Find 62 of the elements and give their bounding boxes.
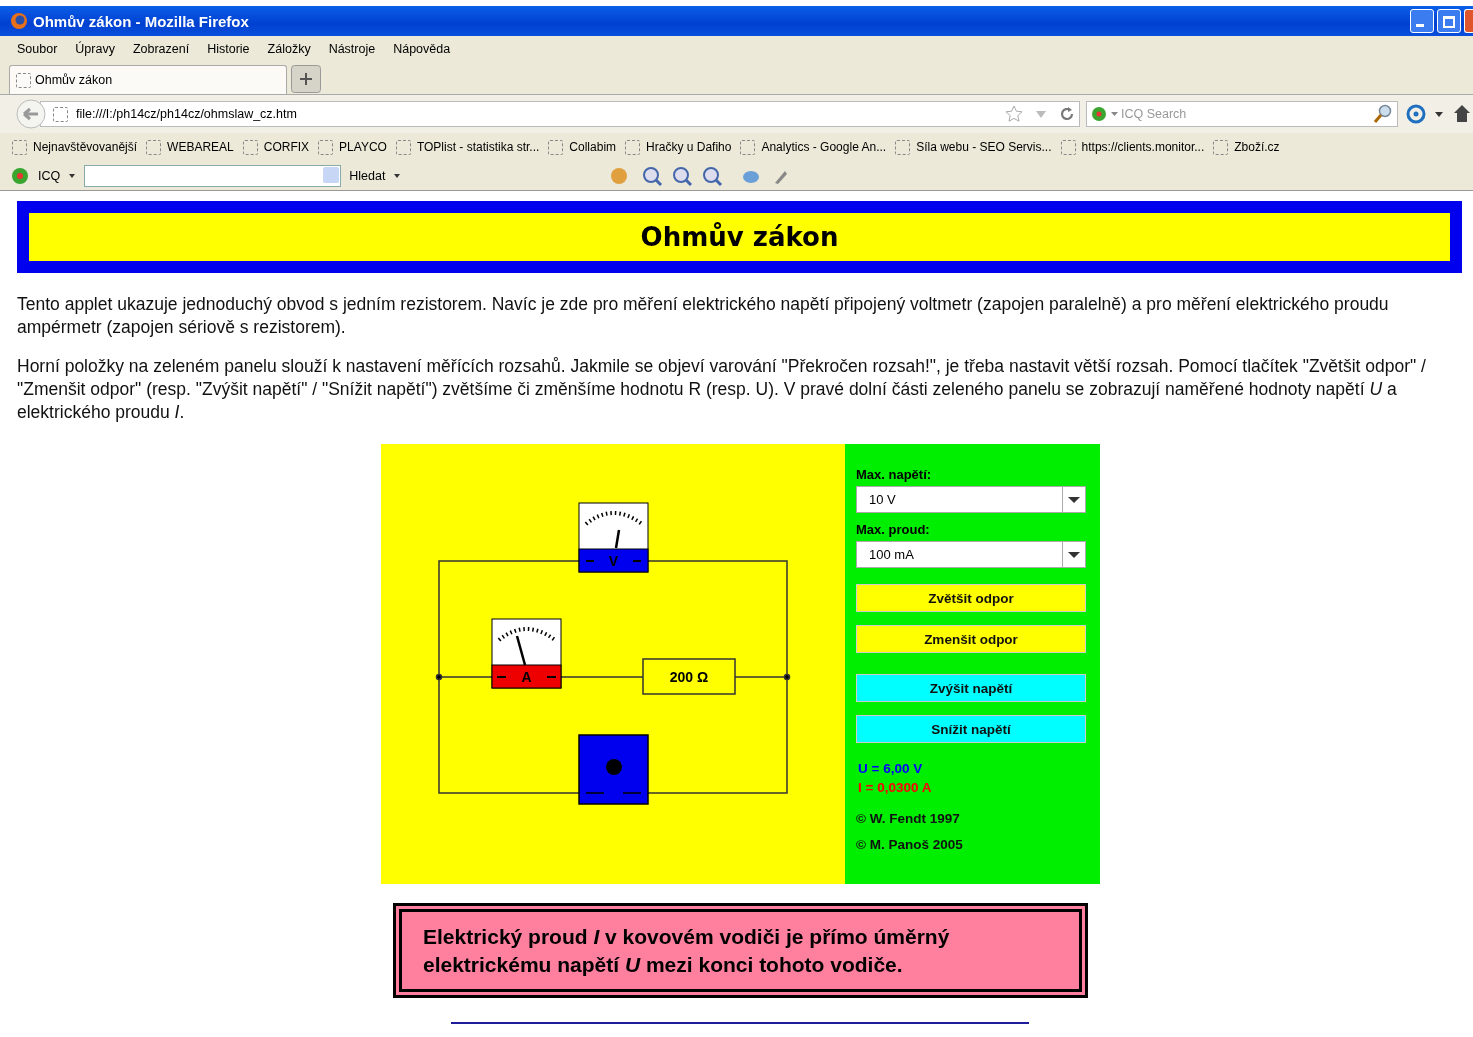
dropdown-icon[interactable] [393,171,402,180]
meter-label: V [608,553,619,569]
measured-value: I = 0,0300 A [858,780,933,795]
dropdown-arrow-icon[interactable] [1068,495,1080,504]
bookmark-item[interactable]: Analytics - Google An... [740,139,887,155]
bookmark-item[interactable]: Collabim [548,139,617,155]
bookmark-item[interactable]: Nejnavštěvovanější [12,139,138,155]
credit-text: © W. Fendt 1997 [856,811,961,826]
bookmark-item[interactable]: https://clients.monitor... [1060,139,1205,155]
law-statement: Elektrický proud I v kovovém vodiči je přímo úměrný elektrickému napětí U mezi konci tohoto vodiče. [423,923,951,978]
paragraph: Horní položky na zeleném panelu slouží k nastavení měřících rozsahů. Jakmile se objeví varování "Překročen rozsah!", je třeba nastavit větší rozsah. Pomocí tlačítek "Zvětšit odpor" / "Zmenšit odpor" (resp. "Zvýšit napětí" / "Snížit napětí") zvětšíme či změnšíme hodnotu R (resp. U). V pravé dolní části zeleného panelu se zobrazují naměřené hodnoty napětí U a elektrického proudu I. [17,355,1427,424]
voltmeter-drawing [578,502,649,573]
resistor-label: 200 Ω [669,669,709,685]
bookmark-item[interactable]: PLAYCO [318,139,387,155]
select-label: Max. napětí: [856,467,933,482]
menu-item[interactable]: Záložky [267,42,311,56]
address-field[interactable]: file:///I:/ph14cz/ph14cz/ohmslaw_cz.htm [40,101,1080,127]
bookmark-item[interactable]: Hračky u Dafiho [625,139,732,155]
select-label: Max. proud: [856,522,931,537]
bookmark-item[interactable]: Síla webu - SEO Servis... [895,139,1052,155]
menu-item[interactable]: Úpravy [75,42,115,56]
bookmark-item[interactable]: Zboží.cz [1213,139,1280,155]
star-icon[interactable] [1005,105,1023,123]
dropdown-field[interactable]: 100 mA [856,541,1086,568]
search-combo-field[interactable] [84,164,342,187]
bookmark-item[interactable]: TOPlist - statistika str... [395,139,540,155]
minimize-button[interactable] [1410,9,1434,33]
icq-flower-icon [10,165,30,186]
credit-text: © M. Panoš 2005 [856,837,964,852]
dropdown-icon[interactable] [68,171,77,180]
browser-tab[interactable]: Ohmův zákon [9,65,287,94]
menu-item[interactable]: Nápověda [393,42,451,56]
meter-label: A [521,669,532,685]
paragraph: Tento applet ukazuje jednoduchý obvod s jedním rezistorem. Navíc je zde pro měření elektrického napětí připojený voltmetr (zapojen paralelně) a pro měření elektrického proudu ampérmetr (zapojen sériově s rezistorem). [17,293,1390,339]
reload-icon[interactable] [1059,106,1075,122]
window-title: Ohmův zákon - Mozilla Firefox [33,12,249,30]
applet-button[interactable]: Zmenšit odpor [856,625,1086,653]
firefox-icon [10,12,28,30]
applet-button[interactable]: Zvýšit napětí [856,674,1086,702]
menu-item[interactable]: Zobrazení [132,42,190,56]
menu-item[interactable]: Historie [207,42,250,56]
bookmark-item[interactable]: WEBAREAL [146,139,234,155]
new-tab-icon[interactable] [291,65,321,93]
bookmark-item[interactable]: CORFIX [242,139,310,155]
menu-item[interactable]: Soubor [17,42,58,56]
icq-flower-icon[interactable] [1091,106,1121,122]
dropdown-arrow-icon[interactable] [1068,550,1080,559]
search-icon[interactable] [1373,104,1393,124]
applet-button[interactable]: Zvětšit odpor [856,584,1086,612]
search-button[interactable]: Hledat [349,168,386,183]
applet-button[interactable]: Snížit napětí [856,715,1086,743]
icq-menu[interactable]: ICQ [38,168,61,183]
back-icon[interactable] [16,99,46,129]
restore-button[interactable] [1437,9,1461,33]
menu-item[interactable]: Nástroje [328,42,376,56]
measured-value: U = 6,00 V [858,761,924,776]
dropdown-icon[interactable] [1434,109,1444,119]
dropdown-field[interactable]: 10 V [856,486,1086,513]
power-source-drawing [578,734,649,805]
ammeter-drawing [491,618,562,689]
page-heading: Ohmův zákon [640,222,839,252]
circle-icon[interactable] [1406,104,1426,124]
